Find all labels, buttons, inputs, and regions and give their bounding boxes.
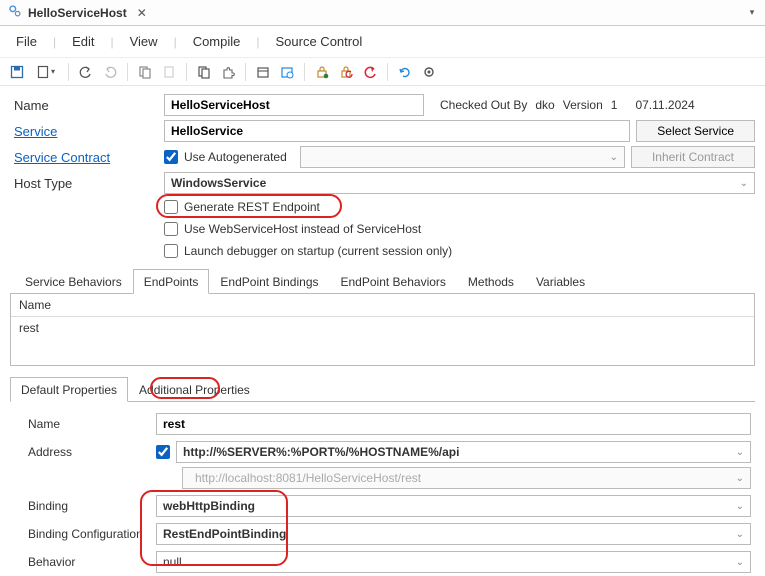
menu-compile[interactable]: Compile xyxy=(183,30,251,53)
prop-binding-select[interactable]: webHttpBinding⌄ xyxy=(156,495,751,517)
launch-debugger-label[interactable]: Launch debugger on startup (current sess… xyxy=(184,244,452,258)
launch-debugger-checkbox[interactable] xyxy=(164,244,178,258)
name-input[interactable] xyxy=(164,94,424,116)
menu-source-control[interactable]: Source Control xyxy=(266,30,373,53)
tab-additional-properties[interactable]: Additional Properties xyxy=(128,377,261,402)
use-autogenerated-label[interactable]: Use Autogenerated xyxy=(184,150,294,164)
tab-default-properties[interactable]: Default Properties xyxy=(10,377,128,402)
grid-header-name: Name xyxy=(11,294,754,317)
prop-address-label: Address xyxy=(24,445,150,459)
prop-behavior-label: Behavior xyxy=(24,555,150,569)
use-webservicehost-checkbox[interactable] xyxy=(164,222,178,236)
service-label[interactable]: Service xyxy=(10,124,158,139)
name-label: Name xyxy=(10,98,158,113)
prop-binding-label: Binding xyxy=(24,499,150,513)
duplicate-icon[interactable] xyxy=(193,61,215,83)
tab-variables[interactable]: Variables xyxy=(525,269,596,294)
contract-select: ⌄ xyxy=(300,146,625,168)
select-service-button[interactable]: Select Service xyxy=(636,120,755,142)
paste-icon[interactable] xyxy=(158,61,180,83)
use-webservicehost-label[interactable]: Use WebServiceHost instead of ServiceHos… xyxy=(184,222,421,236)
gears-icon xyxy=(8,4,22,21)
generate-rest-label[interactable]: Generate REST Endpoint xyxy=(184,200,320,214)
undo-icon[interactable] xyxy=(75,61,97,83)
prop-binding-cfg-label: Binding Configuration xyxy=(24,527,150,541)
version-value: 1 xyxy=(611,98,618,112)
prop-behavior-select[interactable]: null⌄ xyxy=(156,551,751,573)
inherit-contract-button: Inherit Contract xyxy=(631,146,755,168)
prop-address-hint-select: http://localhost:8081/HelloServiceHost/r… xyxy=(182,467,751,489)
menu-edit[interactable]: Edit xyxy=(62,30,104,53)
save-icon[interactable] xyxy=(6,61,28,83)
grid-row[interactable] xyxy=(11,339,754,365)
checked-out-label: Checked Out By xyxy=(440,98,527,112)
generate-rest-checkbox[interactable] xyxy=(164,200,178,214)
tab-overflow-button[interactable]: ▾ xyxy=(743,4,761,22)
editor-tab[interactable]: HelloServiceHost ✕ xyxy=(0,0,155,25)
revert-icon[interactable] xyxy=(359,61,381,83)
calendar-icon[interactable] xyxy=(252,61,274,83)
version-label: Version xyxy=(563,98,603,112)
tab-service-behaviors[interactable]: Service Behaviors xyxy=(14,269,133,294)
tab-endpoint-bindings[interactable]: EndPoint Bindings xyxy=(209,269,329,294)
menu-view[interactable]: View xyxy=(120,30,168,53)
tab-title: HelloServiceHost xyxy=(28,6,127,20)
redo-icon[interactable] xyxy=(99,61,121,83)
prop-binding-cfg-select[interactable]: RestEndPointBinding⌄ xyxy=(156,523,751,545)
version-date: 07.11.2024 xyxy=(635,98,694,112)
use-autogenerated-checkbox[interactable] xyxy=(164,150,178,164)
service-contract-label[interactable]: Service Contract xyxy=(10,150,158,165)
compile-gear-icon[interactable] xyxy=(418,61,440,83)
checked-out-user: dko xyxy=(535,98,554,112)
menu-file[interactable]: File xyxy=(6,30,47,53)
lock-edit-icon[interactable] xyxy=(311,61,333,83)
puzzle-icon[interactable] xyxy=(217,61,239,83)
lock-revert-icon[interactable] xyxy=(335,61,357,83)
close-icon[interactable]: ✕ xyxy=(137,6,147,20)
prop-address-select[interactable]: http://%SERVER%:%PORT%/%HOSTNAME%/api⌄ xyxy=(176,441,751,463)
grid-row[interactable]: rest xyxy=(11,317,754,339)
host-type-label: Host Type xyxy=(10,176,158,191)
new-icon[interactable] xyxy=(30,61,62,83)
tab-endpoints[interactable]: EndPoints xyxy=(133,269,210,294)
prop-name-label: Name xyxy=(24,417,150,431)
host-type-select[interactable]: WindowsService⌄ xyxy=(164,172,755,194)
prop-address-enabled-checkbox[interactable] xyxy=(156,445,170,459)
tab-methods[interactable]: Methods xyxy=(457,269,525,294)
service-input[interactable] xyxy=(164,120,630,142)
endpoints-grid[interactable]: Name rest xyxy=(10,294,755,366)
refresh-icon[interactable] xyxy=(394,61,416,83)
tab-endpoint-behaviors[interactable]: EndPoint Behaviors xyxy=(330,269,457,294)
copy-icon[interactable] xyxy=(134,61,156,83)
prop-name-input[interactable] xyxy=(156,413,751,435)
history-icon[interactable] xyxy=(276,61,298,83)
